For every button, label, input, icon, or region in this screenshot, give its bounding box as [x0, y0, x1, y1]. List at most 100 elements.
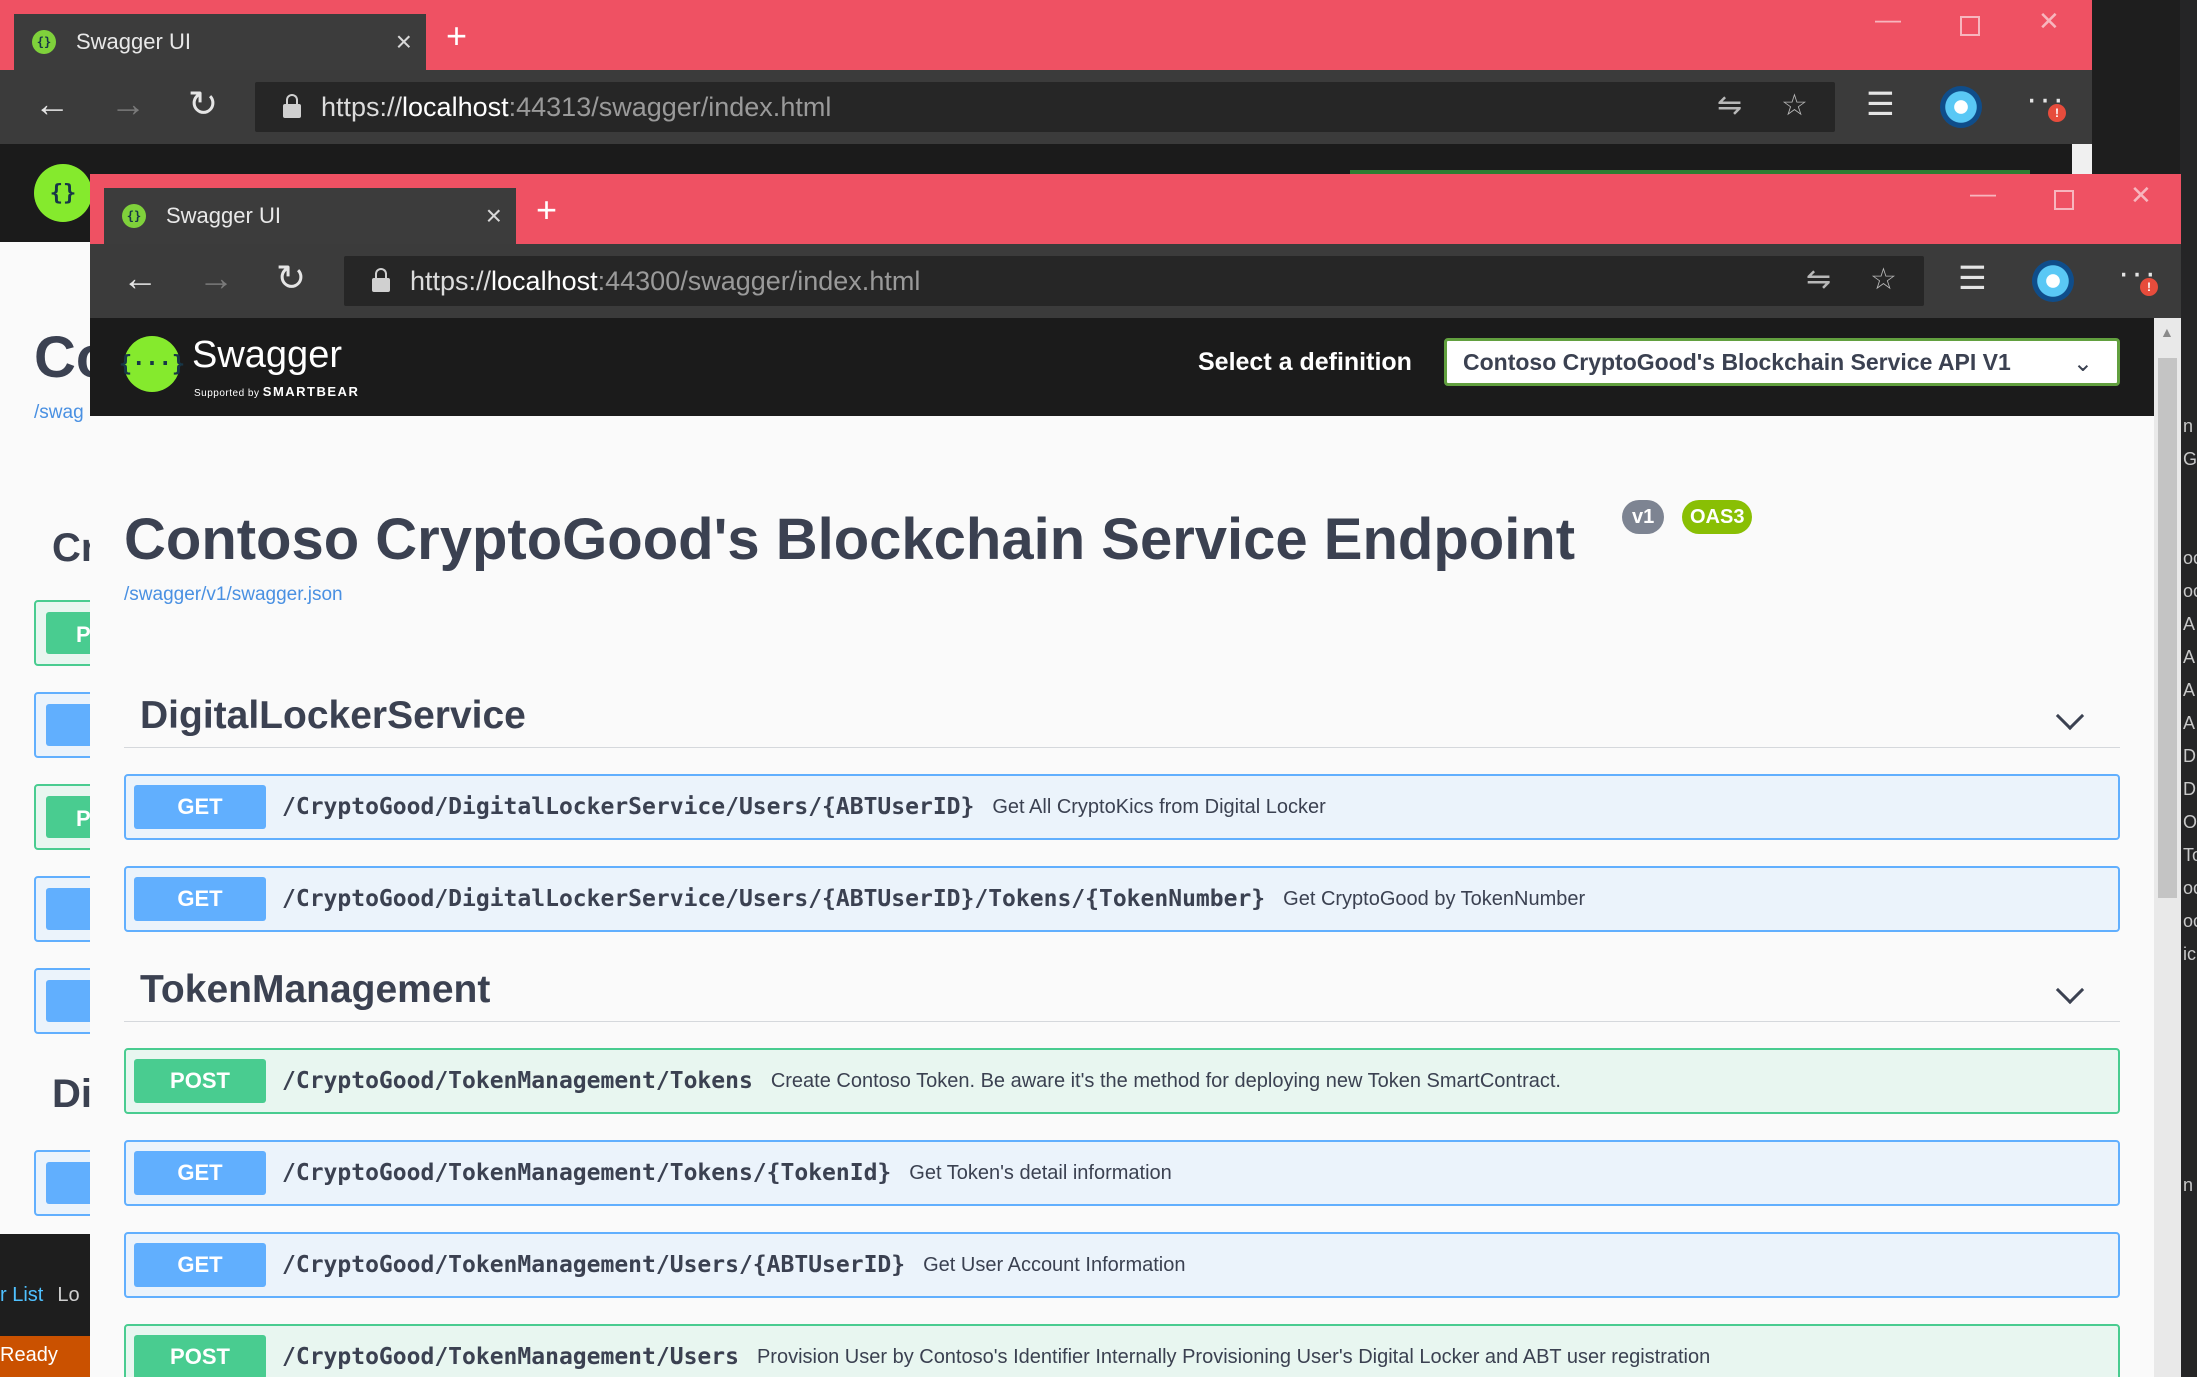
page-title: Contoso CryptoGood's Blockchain Service … [124, 507, 1576, 572]
operation-path: /CryptoGood/TokenManagement/Users [282, 1344, 739, 1370]
definition-label: Select a definition [1198, 348, 1412, 376]
notification-badge: ! [2048, 104, 2066, 122]
tab-swagger-ui[interactable]: {} Swagger UI × [14, 14, 426, 70]
output-tab[interactable]: Lo [57, 1284, 79, 1306]
error-list-tab[interactable]: r List [0, 1284, 43, 1306]
operation-summary: Get Token's detail information [909, 1161, 1172, 1184]
avatar[interactable] [1940, 86, 1982, 128]
new-tab-icon[interactable]: + [446, 18, 467, 54]
chevron-down-icon: ⌄ [2072, 350, 2093, 377]
lock-icon [372, 268, 390, 292]
ide-code-fragment: oc [2183, 911, 2197, 931]
chevron-down-icon[interactable] [2055, 975, 2085, 1005]
ide-code-fragment [2183, 1103, 2197, 1136]
scrollbar[interactable]: ▲ [2154, 318, 2181, 1377]
browser-toolbar: ← → ↻ https:// localhost :44300/swagger/… [90, 244, 2181, 318]
method-badge: POST [134, 1059, 266, 1103]
maximize-icon[interactable] [2054, 190, 2074, 210]
translate-icon[interactable]: ⇋ [1806, 262, 1831, 297]
refresh-icon[interactable]: ↻ [276, 260, 306, 296]
scroll-up-icon[interactable]: ▲ [2160, 324, 2174, 340]
browser-window-front: {} Swagger UI × + — ✕ ← → ↻ https:// loc… [90, 174, 2181, 1377]
ide-code-fragment: oc [2183, 878, 2197, 898]
favorites-icon[interactable]: ☰ [1958, 262, 1987, 294]
tab-swagger-ui[interactable]: {} Swagger UI × [104, 188, 516, 244]
close-window-icon[interactable]: ✕ [2130, 182, 2152, 208]
operation-row[interactable]: GET /CryptoGood/DigitalLockerService/Use… [124, 774, 2120, 840]
tag-name: DigitalLockerService [140, 694, 526, 737]
refresh-icon[interactable]: ↻ [188, 86, 218, 122]
method-badge: GET [134, 877, 266, 921]
operation-row[interactable]: POST /CryptoGood/TokenManagement/Tokens … [124, 1048, 2120, 1114]
minimize-icon[interactable]: — [1875, 6, 1901, 32]
operation-row[interactable]: GET /CryptoGood/DigitalLockerService/Use… [124, 866, 2120, 932]
close-window-icon[interactable]: ✕ [2038, 8, 2060, 34]
ide-code-fragment [2183, 509, 2197, 542]
minimize-icon[interactable]: — [1970, 180, 1996, 206]
url-scheme: https:// [321, 91, 403, 122]
star-icon[interactable]: ☆ [1781, 88, 1808, 123]
definition-select[interactable]: Contoso CryptoGood's Blockchain Service … [1444, 338, 2120, 386]
supported-by-label: Supported by [194, 388, 260, 399]
operation-row[interactable]: GET /CryptoGood/TokenManagement/Tokens/{… [124, 1140, 2120, 1206]
swagger-page: {···} Swagger Supported by SMARTBEAR Sel… [90, 318, 2154, 1377]
url-path: :44300/swagger/index.html [597, 265, 921, 296]
swagger-topbar: {···} Swagger Supported by SMARTBEAR Sel… [90, 318, 2154, 416]
operation-summary: Provision User by Contoso's Identifier I… [756, 1345, 1711, 1368]
tag-section-tokenmanagement[interactable]: TokenManagement [124, 962, 2120, 1022]
status-ready: Ready [0, 1336, 90, 1377]
back-spec-link[interactable]: /swag [34, 402, 84, 424]
ide-code-fragment: A [2183, 614, 2196, 634]
ide-code-fragment: n [2183, 416, 2194, 436]
address-bar[interactable]: https:// localhost :44300/swagger/index.… [344, 256, 1924, 306]
scrollbar-thumb[interactable] [2158, 358, 2177, 898]
tag-section-digitallockerservice[interactable]: DigitalLockerService [124, 688, 2120, 748]
ide-code-fragment: A [2183, 647, 2196, 667]
favorites-icon[interactable]: ☰ [1866, 88, 1895, 120]
operation-path: /CryptoGood/DigitalLockerService/Users/{… [282, 794, 975, 820]
back-icon[interactable]: ← [122, 260, 158, 296]
method-badge: GET [134, 785, 266, 829]
ide-code-fragment: A [2183, 680, 2196, 700]
back-icon[interactable]: ← [34, 86, 70, 122]
ide-code-fragment: ic [2183, 944, 2196, 964]
url-scheme: https:// [410, 265, 492, 296]
close-tab-icon[interactable]: × [396, 26, 412, 58]
operation-row[interactable]: GET /CryptoGood/TokenManagement/Users/{A… [124, 1232, 2120, 1298]
back-section-heading[interactable]: Di [52, 1072, 92, 1117]
swagger-brand[interactable]: Swagger [192, 334, 342, 377]
url-host: localhost [491, 265, 598, 296]
close-tab-icon[interactable]: × [486, 200, 502, 232]
ide-code-fragment: oc [2183, 548, 2197, 568]
operation-row[interactable]: POST /CryptoGood/TokenManagement/Users P… [124, 1324, 2120, 1377]
ide-code-fragment: D [2183, 779, 2196, 799]
forward-icon[interactable]: → [110, 86, 146, 122]
ide-code-fragment: D [2183, 746, 2196, 766]
avatar[interactable] [2032, 260, 2074, 302]
maximize-icon[interactable] [1960, 16, 1980, 36]
version-badge: v1 [1622, 500, 1665, 534]
star-icon[interactable]: ☆ [1870, 262, 1897, 297]
translate-icon[interactable]: ⇋ [1717, 88, 1742, 123]
url-path: :44313/swagger/index.html [508, 91, 832, 122]
chevron-down-icon[interactable] [2055, 701, 2085, 731]
operation-summary: Get All CryptoKics from Digital Locker [992, 795, 1326, 818]
smartbear-label: SMARTBEAR [262, 384, 360, 399]
swagger-favicon-icon: {} [32, 30, 56, 54]
ide-code-fragments: nG ococAAAADDOToococic n [2183, 410, 2197, 1202]
address-bar[interactable]: https:// localhost :44313/swagger/index.… [255, 82, 1835, 132]
oas-badge: OAS3 [1682, 500, 1753, 534]
tab-strip: {} Swagger UI × + — ✕ [90, 174, 2181, 244]
forward-icon[interactable]: → [198, 260, 234, 296]
operation-path: /CryptoGood/DigitalLockerService/Users/{… [282, 886, 1266, 912]
notification-badge: ! [2140, 278, 2158, 296]
spec-link[interactable]: /swagger/v1/swagger.json [124, 584, 343, 606]
ide-code-fragment [2183, 1037, 2197, 1070]
tab-title: Swagger UI [166, 203, 281, 228]
ide-code-fragment [2183, 971, 2197, 1004]
swagger-logo-icon[interactable]: {···} [119, 336, 185, 392]
ide-code-fragment [2183, 1136, 2197, 1169]
swagger-favicon-icon: {} [122, 204, 146, 228]
new-tab-icon[interactable]: + [536, 192, 557, 228]
url-host: localhost [402, 91, 509, 122]
